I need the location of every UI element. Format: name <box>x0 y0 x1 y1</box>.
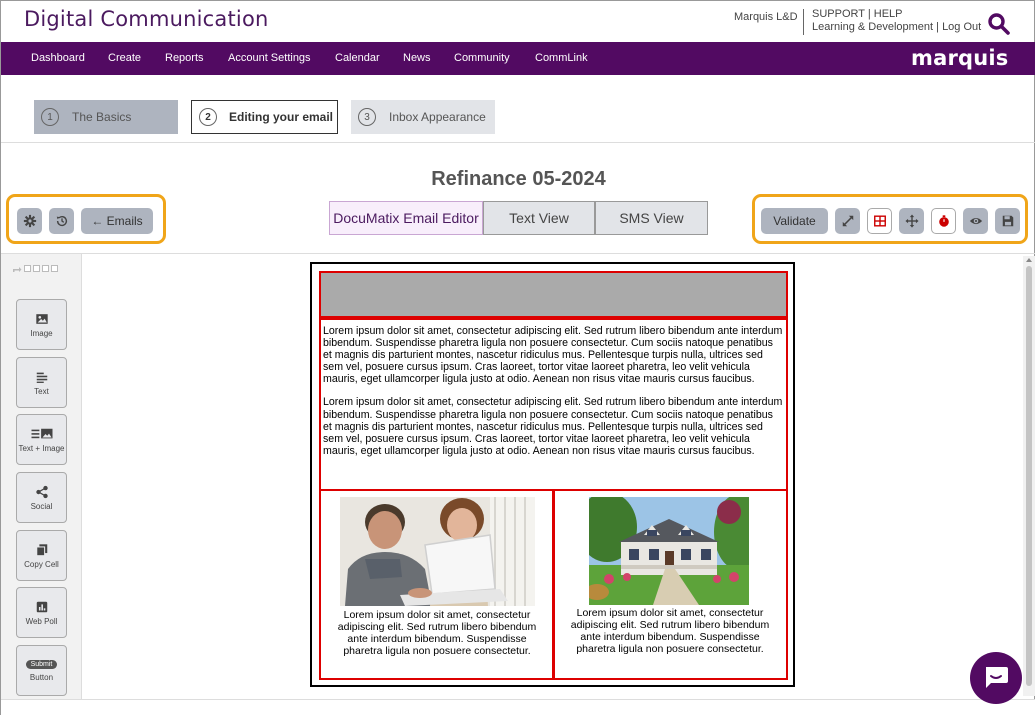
widget-image[interactable]: Image <box>16 299 67 350</box>
stopwatch-icon <box>938 215 949 227</box>
header-links: SUPPORT | HELP Learning & Development | … <box>812 8 982 33</box>
nav-news[interactable]: News <box>403 52 431 64</box>
nav-community[interactable]: Community <box>454 52 510 64</box>
step-inbox-appearance[interactable]: 3 Inbox Appearance <box>351 100 495 134</box>
bottom-bar <box>1 699 1035 715</box>
text-cell[interactable]: Lorem ipsum dolor sit amet, consectetur … <box>319 318 788 491</box>
image-icon <box>35 313 48 324</box>
validate-button[interactable]: Validate <box>761 208 828 234</box>
tab-text-view[interactable]: Text View <box>483 201 595 235</box>
widget-text[interactable]: Text <box>16 357 67 408</box>
timer-button[interactable] <box>931 208 956 234</box>
header-image-cell[interactable] <box>319 271 788 318</box>
nav-reports[interactable]: Reports <box>165 52 204 64</box>
poll-chart-icon <box>36 601 47 612</box>
floppy-disk-icon <box>1002 215 1013 227</box>
text-image-cell-right[interactable]: Lorem ipsum dolor sit amet, consectetur … <box>552 489 788 680</box>
search-icon[interactable] <box>987 12 1011 36</box>
mini-box-icon[interactable] <box>51 265 58 272</box>
emails-back-button[interactable]: ← Emails <box>81 208 153 234</box>
widget-label: Text <box>34 386 49 396</box>
house-image <box>589 497 749 605</box>
step-label: The Basics <box>72 110 132 124</box>
step-number: 2 <box>199 108 217 126</box>
save-button[interactable] <box>995 208 1020 234</box>
grid-toggle-button[interactable] <box>867 208 892 234</box>
submit-pill: Submit <box>25 659 58 669</box>
mini-box-icon[interactable] <box>33 265 40 272</box>
chat-button[interactable] <box>970 652 1022 704</box>
widget-panel: Image Text Text + Image Social Copy Cell… <box>1 254 82 700</box>
mini-box-icon[interactable] <box>42 265 49 272</box>
vertical-scrollbar[interactable] <box>1023 256 1035 696</box>
scroll-up-arrow-icon[interactable] <box>1023 256 1035 264</box>
cell-caption: Lorem ipsum dolor sit amet, consectetur … <box>337 609 537 657</box>
cell-caption: Lorem ipsum dolor sit amet, consectetur … <box>570 607 770 655</box>
support-link[interactable]: SUPPORT <box>812 8 865 20</box>
header-divider <box>803 9 804 35</box>
brand-logo[interactable]: marquis <box>911 46 1009 70</box>
history-icon <box>56 215 67 227</box>
step-label: Editing your email <box>229 110 334 124</box>
body-paragraph: Lorem ipsum dolor sit amet, consectetur … <box>323 396 783 457</box>
step-the-basics[interactable]: 1 The Basics <box>34 100 178 134</box>
widget-label: Text + Image <box>18 443 65 453</box>
logout-link[interactable]: Log Out <box>942 21 981 33</box>
move-arrows-icon <box>904 214 919 228</box>
app-window: Digital Communication Marquis L&D SUPPOR… <box>0 0 1035 715</box>
expand-icon <box>842 215 853 227</box>
tab-documatix-email-editor[interactable]: DocuMatix Email Editor <box>329 201 483 235</box>
step-number: 1 <box>41 108 59 126</box>
nav-commlink[interactable]: CommLink <box>535 52 588 64</box>
step-number: 3 <box>358 108 376 126</box>
main-navbar: Dashboard Create Reports Account Setting… <box>1 42 1035 75</box>
widget-label: Copy Cell <box>24 559 59 569</box>
chat-bubble-icon <box>986 667 1008 688</box>
text-lines-icon <box>36 372 47 383</box>
nav-calendar[interactable]: Calendar <box>335 52 380 64</box>
move-button[interactable] <box>899 208 924 234</box>
widget-web-poll[interactable]: Web Poll <box>16 587 67 638</box>
view-tabs: DocuMatix Email Editor Text View SMS Vie… <box>329 201 708 235</box>
help-link[interactable]: HELP <box>874 8 903 20</box>
scrollbar-thumb[interactable] <box>1026 266 1032 686</box>
app-title: Digital Communication <box>24 7 269 31</box>
nav-account-settings[interactable]: Account Settings <box>228 52 311 64</box>
preview-button[interactable] <box>963 208 988 234</box>
history-button[interactable] <box>49 208 74 234</box>
copy-icon <box>35 543 47 556</box>
widget-button[interactable]: Submit Button <box>16 645 67 696</box>
step-editing-your-email[interactable]: 2 Editing your email <box>191 100 338 134</box>
widget-copy-cell[interactable]: Copy Cell <box>16 530 67 581</box>
divider <box>1 253 1035 254</box>
panel-controls <box>12 264 58 273</box>
body-paragraph: Lorem ipsum dolor sit amet, consectetur … <box>323 325 783 386</box>
email-canvas[interactable]: Lorem ipsum dolor sit amet, consectetur … <box>310 262 795 687</box>
share-icon <box>35 485 48 498</box>
mini-box-icon[interactable] <box>24 265 31 272</box>
text-image-icon <box>31 428 52 438</box>
widget-text-image[interactable]: Text + Image <box>16 414 67 465</box>
redo-arrow-icon[interactable] <box>12 264 22 273</box>
widget-label: Web Poll <box>25 616 58 626</box>
learning-link[interactable]: Learning & Development <box>812 21 933 33</box>
step-label: Inbox Appearance <box>389 110 486 124</box>
user-name[interactable]: Marquis L&D <box>734 11 798 23</box>
text-image-cell-left[interactable]: Lorem ipsum dolor sit amet, consectetur … <box>319 489 555 680</box>
nav-dashboard[interactable]: Dashboard <box>31 52 85 64</box>
settings-button[interactable] <box>17 208 42 234</box>
divider <box>1 142 1035 143</box>
eye-icon <box>969 217 982 225</box>
widget-label: Button <box>29 672 54 682</box>
email-title: Refinance 05-2024 <box>431 168 606 190</box>
fullscreen-button[interactable] <box>835 208 860 234</box>
nav-create[interactable]: Create <box>108 52 141 64</box>
table-grid-icon <box>873 215 886 227</box>
widget-label: Image <box>30 328 53 338</box>
widget-social[interactable]: Social <box>16 472 67 523</box>
tab-sms-view[interactable]: SMS View <box>595 201 708 235</box>
couple-laptop-image <box>340 497 535 606</box>
widget-label: Social <box>30 501 53 511</box>
gear-icon <box>23 214 36 228</box>
